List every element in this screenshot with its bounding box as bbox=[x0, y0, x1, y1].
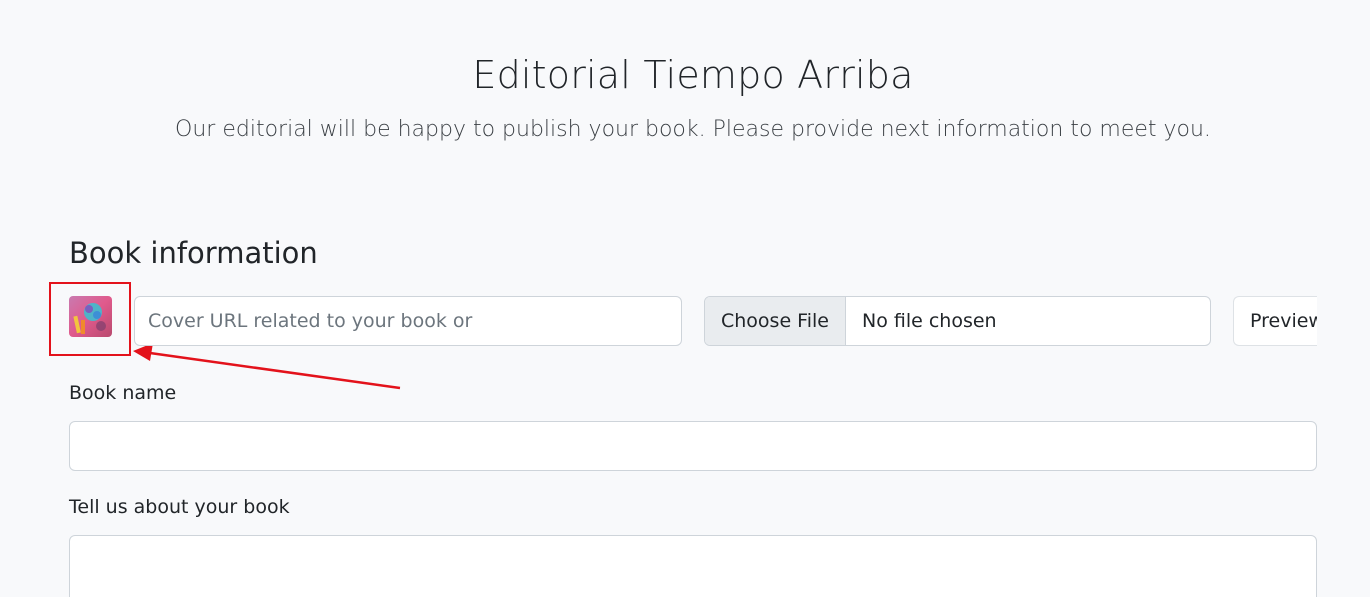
cover-url-input[interactable] bbox=[134, 296, 682, 346]
annotation-highlight-box bbox=[49, 282, 131, 356]
book-about-textarea[interactable] bbox=[69, 535, 1317, 597]
book-about-label: Tell us about your book bbox=[69, 496, 290, 518]
book-name-input[interactable] bbox=[69, 421, 1317, 471]
book-name-label: Book name bbox=[69, 382, 177, 404]
preview-button[interactable]: Preview bbox=[1233, 296, 1317, 346]
file-status-text: No file chosen bbox=[861, 310, 997, 332]
page: Editorial Tiempo Arriba Our editorial wi… bbox=[0, 0, 1370, 597]
page-subtitle: Our editorial will be happy to publish y… bbox=[175, 117, 1211, 142]
choose-file-button[interactable]: Choose File bbox=[705, 297, 846, 345]
page-title: Editorial Tiempo Arriba bbox=[472, 53, 914, 97]
cover-file-input[interactable]: Choose File No file chosen bbox=[704, 296, 1211, 346]
section-title-book-information: Book information bbox=[69, 236, 318, 270]
